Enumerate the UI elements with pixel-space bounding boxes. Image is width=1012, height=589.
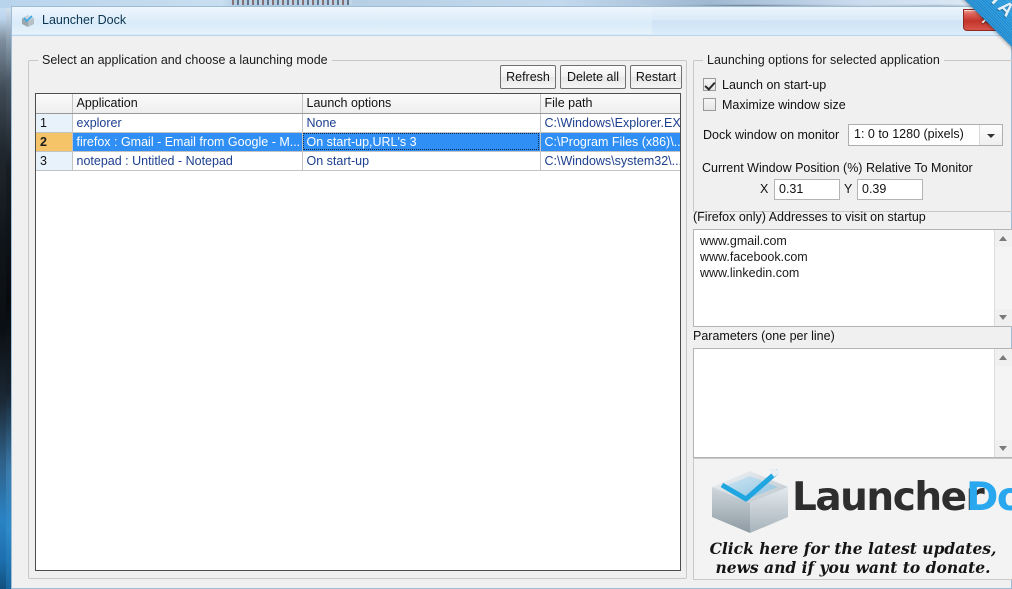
table-row[interactable]: 2 firefox : Gmail - Email from Google - … <box>36 132 680 152</box>
maximize-window-size-checkbox[interactable]: Maximize window size <box>703 98 846 112</box>
background-window-titlebar-artifact <box>232 0 352 5</box>
launcher-dock-cube-logo <box>706 465 794 539</box>
y-label: Y <box>844 182 853 196</box>
cell-file-path[interactable]: C:\Program Files (x86)\... <box>540 132 680 152</box>
title-bar[interactable]: Launcher Dock ✕ <box>12 7 1011 36</box>
launching-options-legend: Launching options for selected applicati… <box>703 53 944 67</box>
addresses-textarea-value: www.gmail.com www.facebook.com www.linke… <box>700 234 808 280</box>
launcher-dock-window: Launcher Dock ✕ BETA Select an applicati… <box>11 0 1012 589</box>
row-number[interactable]: 2 <box>36 132 73 152</box>
cell-file-path[interactable]: C:\Windows\system32\... <box>540 151 680 171</box>
banner-tagline: Click here for the latest updates, news … <box>709 539 997 577</box>
parameters-scrollbar[interactable] <box>994 349 1012 457</box>
banner-word-launcher: Launcher <box>792 475 985 520</box>
cell-launch-options[interactable]: On start-up <box>302 151 541 171</box>
table-header-row: Application Launch options File path <box>36 94 680 114</box>
chevron-down-icon[interactable] <box>979 125 1002 145</box>
monitor-select-value: 1: 0 to 1280 (pixels) <box>854 127 964 141</box>
row-number[interactable]: 1 <box>36 113 73 133</box>
dock-monitor-label: Dock window on monitor <box>703 128 840 142</box>
launch-on-startup-checkbox[interactable]: Launch on start-up <box>703 78 826 92</box>
column-header-application[interactable]: Application <box>72 94 303 114</box>
cell-application[interactable]: firefox : Gmail - Email from Google - M.… <box>72 132 303 152</box>
addresses-label: (Firefox only) Addresses to visit on sta… <box>693 210 926 224</box>
column-header-launch-options[interactable]: Launch options <box>302 94 541 114</box>
y-position-input[interactable]: 0.39 <box>857 179 923 200</box>
checkbox-unchecked-icon <box>703 98 716 111</box>
x-label: X <box>760 182 769 196</box>
checkbox-checked-icon <box>703 78 716 91</box>
screen: Launcher Dock ✕ BETA Select an applicati… <box>0 0 1012 589</box>
window-title: Launcher Dock <box>42 13 127 27</box>
row-number[interactable]: 3 <box>36 151 73 171</box>
restart-button[interactable]: Restart <box>630 65 682 89</box>
launcher-dock-banner[interactable]: Launcher Dock Click here for the latest … <box>693 458 1012 580</box>
cell-launch-options[interactable]: On start-up,URL's 3 <box>302 132 541 152</box>
application-list-legend: Select an application and choose a launc… <box>38 53 332 67</box>
x-position-input[interactable]: 0.31 <box>774 179 840 200</box>
cell-file-path[interactable]: C:\Windows\Explorer.EXE <box>540 113 680 133</box>
table-row[interactable]: 1 explorer None C:\Windows\Explorer.EXE <box>36 113 680 133</box>
banner-word-dock: Dock <box>966 475 1012 520</box>
monitor-select[interactable]: 1: 0 to 1280 (pixels) <box>848 124 1003 146</box>
table-row[interactable]: 3 notepad : Untitled - Notepad On start-… <box>36 151 680 171</box>
addresses-scrollbar[interactable] <box>994 230 1012 326</box>
column-header-rownum[interactable] <box>36 94 73 114</box>
parameters-label: Parameters (one per line) <box>693 329 835 343</box>
cell-launch-options[interactable]: None <box>302 113 541 133</box>
maximize-window-size-label: Maximize window size <box>722 98 846 112</box>
addresses-textarea[interactable]: www.gmail.com www.facebook.com www.linke… <box>693 229 1012 327</box>
delete-all-button[interactable]: Delete all <box>560 65 626 89</box>
application-table[interactable]: Application Launch options File path 1 e… <box>35 93 681 571</box>
column-header-file-path[interactable]: File path <box>540 94 680 114</box>
scroll-up-icon[interactable] <box>995 230 1012 247</box>
scroll-down-icon[interactable] <box>995 309 1012 326</box>
cell-application[interactable]: notepad : Untitled - Notepad <box>72 151 303 171</box>
launcher-dock-icon <box>20 13 36 29</box>
scroll-down-icon[interactable] <box>995 440 1012 457</box>
launch-on-startup-label: Launch on start-up <box>722 78 827 92</box>
refresh-button[interactable]: Refresh <box>500 65 556 89</box>
scroll-up-icon[interactable] <box>995 349 1012 366</box>
window-position-label: Current Window Position (%) Relative To … <box>702 161 973 175</box>
cell-application[interactable]: explorer <box>72 113 303 133</box>
parameters-textarea[interactable] <box>693 348 1012 458</box>
